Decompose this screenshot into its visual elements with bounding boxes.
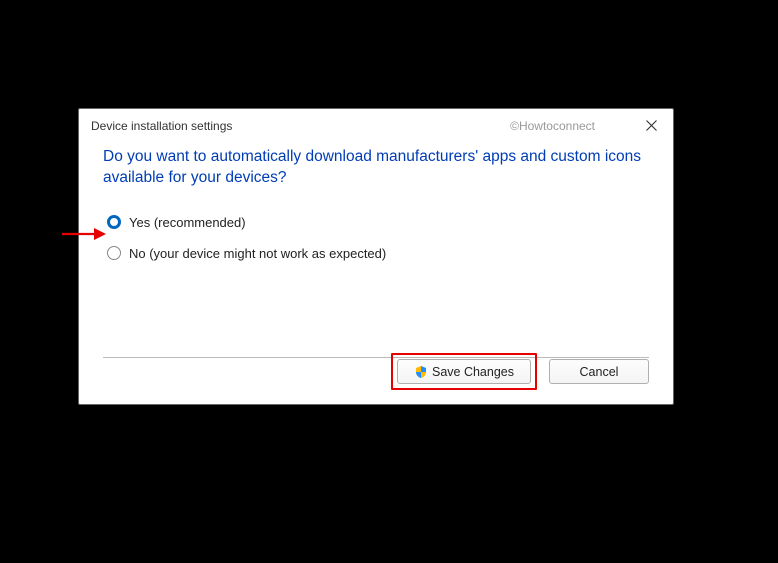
cancel-button[interactable]: Cancel: [549, 359, 649, 384]
close-button[interactable]: [639, 114, 663, 138]
close-icon: [646, 120, 657, 131]
radio-unselected-icon: [107, 246, 121, 260]
save-button-highlight: Save Changes: [391, 353, 537, 390]
radio-option-no[interactable]: No (your device might not work as expect…: [107, 246, 649, 261]
save-button-label: Save Changes: [432, 365, 514, 379]
radio-option-yes[interactable]: Yes (recommended): [107, 215, 649, 230]
window-title: Device installation settings: [91, 119, 232, 133]
radio-label-no: No (your device might not work as expect…: [129, 246, 386, 261]
cancel-button-label: Cancel: [580, 365, 619, 379]
radio-selected-icon: [107, 215, 121, 229]
button-row: Save Changes Cancel: [391, 353, 649, 390]
save-changes-button[interactable]: Save Changes: [397, 359, 531, 384]
dialog-content: Do you want to automatically download ma…: [79, 139, 673, 261]
watermark-text: ©Howtoconnect: [510, 119, 595, 133]
titlebar: Device installation settings ©Howtoconne…: [79, 109, 673, 139]
radio-group: Yes (recommended) No (your device might …: [103, 215, 649, 261]
radio-label-yes: Yes (recommended): [129, 215, 246, 230]
device-installation-dialog: Device installation settings ©Howtoconne…: [78, 108, 674, 405]
dialog-question: Do you want to automatically download ma…: [103, 147, 649, 189]
shield-icon: [414, 365, 428, 379]
